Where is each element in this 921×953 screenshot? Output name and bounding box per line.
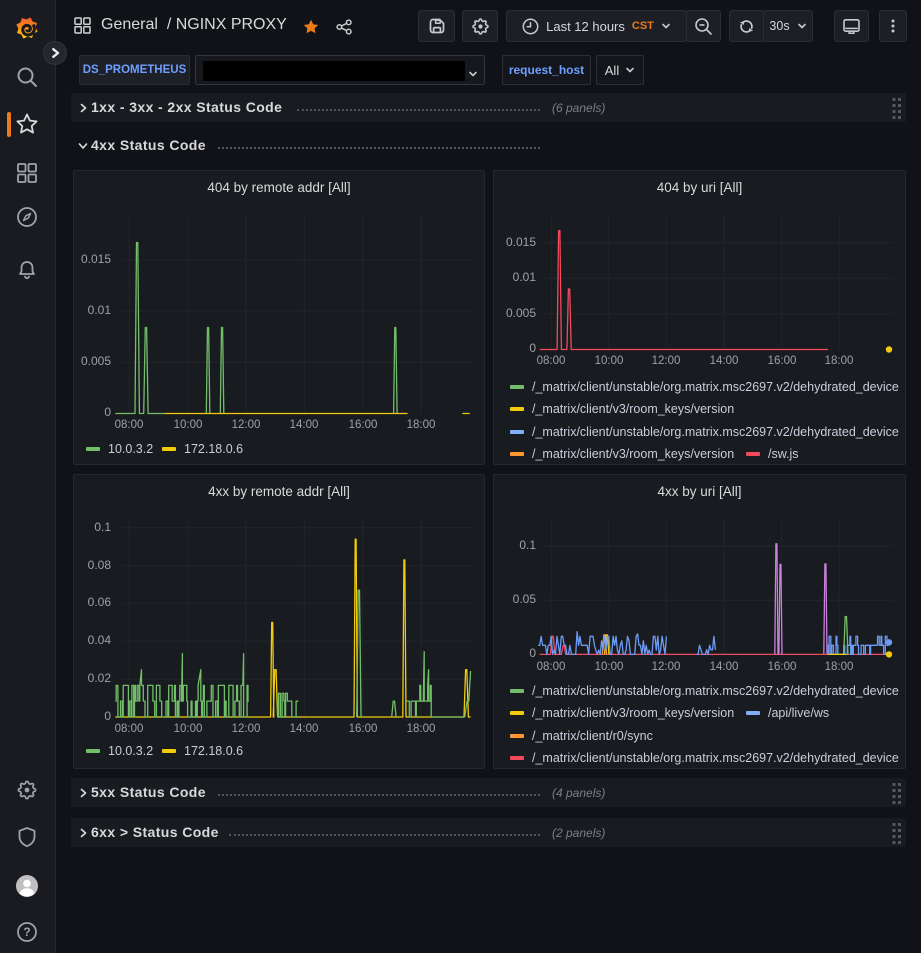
svg-text:?: ? [23,925,30,939]
